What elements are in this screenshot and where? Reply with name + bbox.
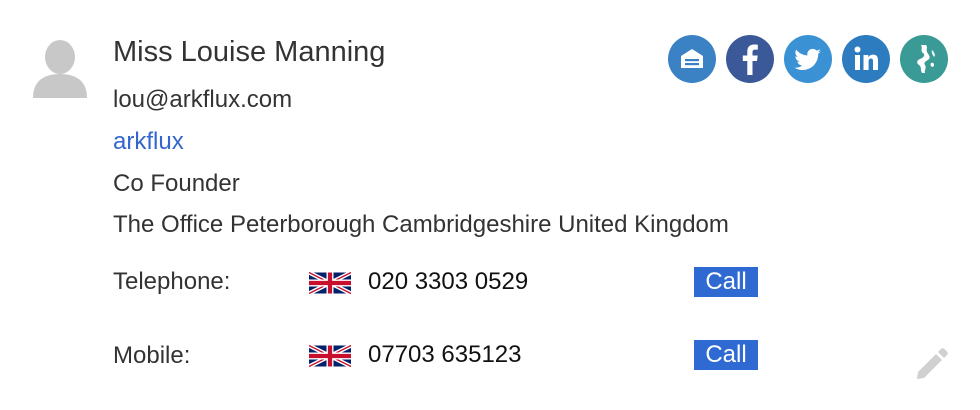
- call-mobile-button[interactable]: Call: [694, 340, 758, 370]
- uk-flag-icon: [308, 270, 352, 296]
- facebook-icon[interactable]: [726, 35, 774, 83]
- contact-address: The Office Peterborough Cambridgeshire U…: [113, 211, 729, 238]
- twitter-icon[interactable]: [784, 35, 832, 83]
- global-icon[interactable]: [900, 35, 948, 83]
- contact-name: Miss Louise Manning: [113, 36, 386, 68]
- linkedin-icon[interactable]: [842, 35, 890, 83]
- mobile-number: 07703 635123: [368, 341, 522, 368]
- contact-role: Co Founder: [113, 170, 240, 197]
- user-placeholder-icon: [33, 40, 87, 98]
- telephone-label: Telephone:: [113, 268, 231, 295]
- telephone-number: 020 3303 0529: [368, 268, 529, 295]
- crm-inbox-icon[interactable]: [668, 35, 716, 83]
- avatar: [31, 38, 89, 98]
- uk-flag-icon: [308, 343, 352, 369]
- contact-email: lou@arkflux.com: [113, 86, 293, 113]
- call-telephone-button[interactable]: Call: [694, 267, 758, 297]
- edit-pencil-icon[interactable]: [912, 344, 950, 382]
- company-link[interactable]: arkflux: [113, 128, 184, 156]
- contact-card: Miss Louise Manning lou@arkflux.com arkf…: [0, 0, 980, 410]
- mobile-label: Mobile:: [113, 342, 191, 369]
